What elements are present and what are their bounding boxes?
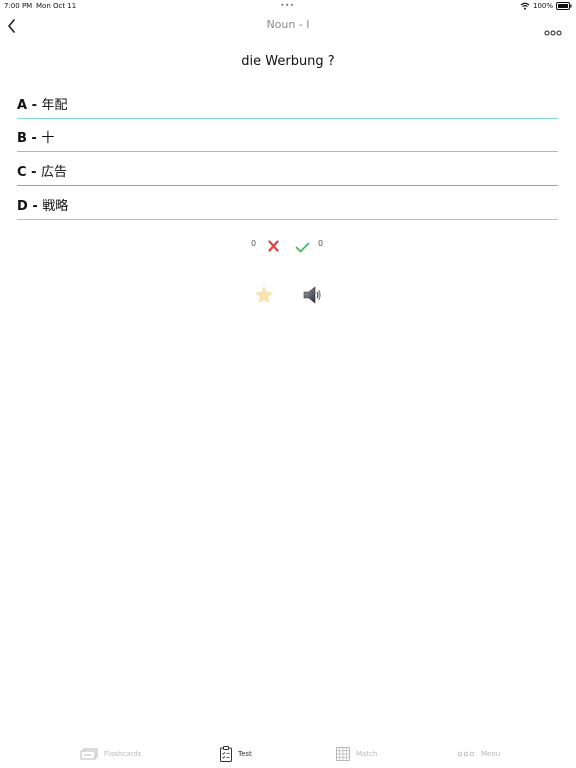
page-title: Noun - I (266, 18, 310, 31)
answer-label: 戦略 (42, 199, 69, 214)
status-right: 100% (520, 0, 572, 12)
answer-letter: A - (17, 98, 42, 113)
answer-option-d[interactable]: D - 戦略 (17, 187, 558, 220)
answer-option-a[interactable]: A - 年配 (17, 86, 558, 119)
correct-count: 0 (318, 239, 324, 248)
status-date: Mon Oct 11 (36, 2, 77, 10)
tab-test[interactable]: Test (220, 744, 252, 764)
tab-label: Match (356, 750, 378, 758)
correct-check-icon (295, 238, 310, 257)
battery-icon (556, 2, 572, 10)
tab-label: Menu (481, 750, 501, 758)
status-bar: 7:00 PM Mon Oct 11 ••• 100% (0, 0, 576, 12)
answer-letter: C - (17, 165, 41, 180)
answer-label: 十 (41, 131, 55, 146)
more-dots-icon (457, 751, 475, 757)
grid-icon (336, 747, 350, 761)
answer-letter: B - (17, 131, 42, 146)
answer-option-b[interactable]: B - 十 (17, 119, 558, 152)
wifi-icon (520, 2, 530, 10)
navigation-bar: Noun - I (0, 12, 576, 40)
speaker-icon (303, 286, 321, 304)
wrong-count: 0 (251, 239, 257, 248)
more-options-button[interactable] (544, 22, 562, 36)
test-clipboard-icon (220, 746, 232, 762)
flashcards-icon (80, 748, 98, 760)
answer-label: 広告 (41, 165, 68, 180)
answer-label: 年配 (41, 98, 68, 113)
tab-flashcards[interactable]: Flashcards (80, 744, 141, 764)
answer-divider (17, 185, 558, 186)
tab-bar: Flashcards Test Match Menu (0, 740, 576, 768)
battery-percent: 100% (532, 2, 553, 10)
tab-match[interactable]: Match (336, 744, 377, 764)
wrong-x-icon (268, 237, 279, 256)
favorite-star-button[interactable] (253, 284, 275, 306)
multitask-dots[interactable]: ••• (280, 0, 294, 12)
status-time: 7:00 PM (4, 2, 33, 10)
question-text: die Werbung ? (241, 54, 335, 69)
tab-label: Flashcards (104, 750, 142, 758)
answer-option-c[interactable]: C - 広告 (17, 153, 558, 186)
score-row: 0 0 (0, 236, 576, 254)
star-icon (254, 285, 274, 304)
play-audio-button[interactable] (302, 286, 322, 304)
answer-divider (17, 151, 558, 152)
tab-label: Test (238, 750, 252, 758)
tab-menu[interactable]: Menu (457, 744, 500, 764)
answer-letter: D - (17, 199, 43, 214)
more-dots-icon (544, 30, 562, 36)
answer-divider (17, 219, 558, 220)
